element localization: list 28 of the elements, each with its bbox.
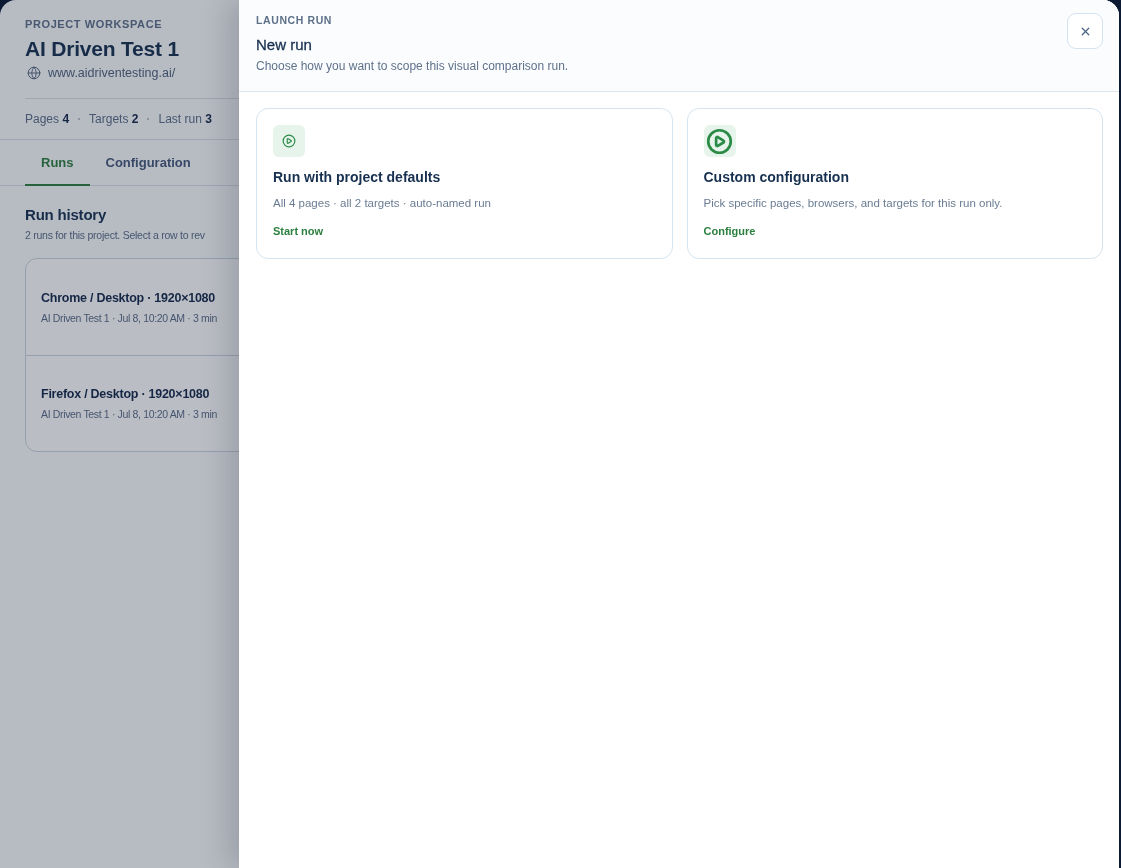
workspace-eyebrow: PROJECT WORKSPACE xyxy=(25,17,163,31)
option-description: Pick specific pages, browsers, and targets for this run only. xyxy=(703,196,1003,210)
project-url: www.aidriventesting.ai/ xyxy=(48,65,176,81)
option-description: All 4 pages · all 2 targets · auto-named run xyxy=(273,196,491,210)
stat-text: Pages 4 xyxy=(25,112,70,126)
close-button[interactable] xyxy=(1067,13,1103,49)
run-title: Firefox / Desktop · 1920×1080 xyxy=(41,386,210,402)
option-action[interactable]: Start now xyxy=(273,224,324,238)
tab[interactable]: Runs xyxy=(25,140,90,186)
option-action[interactable]: Configure xyxy=(703,224,756,238)
section-subtitle: 2 runs for this project. Select a row to rev xyxy=(25,228,205,242)
tab[interactable]: Configuration xyxy=(89,140,207,186)
option-title: Run with project defaults xyxy=(273,169,441,186)
project-title: AI Driven Test 1 xyxy=(25,36,179,62)
option-title: Custom configuration xyxy=(703,169,849,186)
drawer-eyebrow: LAUNCH RUN xyxy=(256,14,332,27)
globe-icon xyxy=(27,66,41,80)
run-title: Chrome / Desktop · 1920×1080 xyxy=(41,289,215,306)
option-card[interactable]: Custom configuration Pick specific pages, browsers, and targets for this run only. Configure xyxy=(686,108,1103,259)
stat-text: Last run 3 xyxy=(158,112,212,126)
option-card[interactable]: Run with project defaults All 4 pages · all 2 targets · auto-named run Start now xyxy=(256,108,673,259)
run-meta: AI Driven Test 1 · Jul 8, 10:20 AM · 3 min xyxy=(41,407,217,421)
stat-text: Targets 2 xyxy=(89,112,139,126)
play-circle-icon xyxy=(703,125,736,157)
run-meta: AI Driven Test 1 · Jul 8, 10:20 AM · 3 min xyxy=(41,310,217,325)
section-title: Run history xyxy=(25,206,107,224)
drawer-subtitle: Choose how you want to scope this visual comparison run. xyxy=(256,59,569,74)
drawer-title: New run xyxy=(256,36,312,54)
